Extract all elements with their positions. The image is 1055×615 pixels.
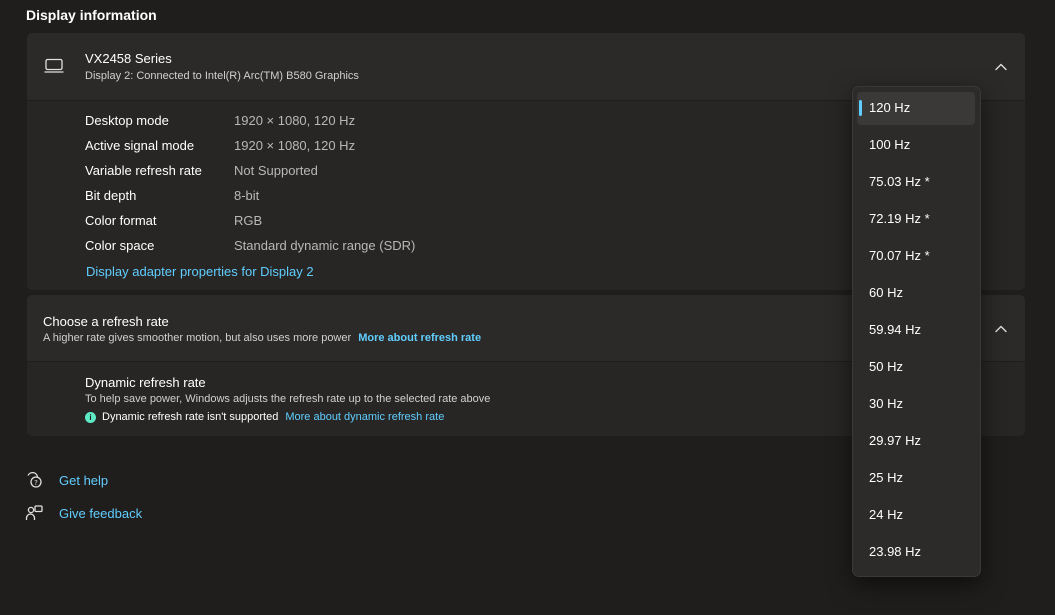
chevron-up-icon[interactable] [994,60,1008,74]
refresh-rate-subtitle: A higher rate gives smoother motion, but… [43,332,481,344]
detail-label: Desktop mode [85,113,169,128]
detail-value: Not Supported [234,163,318,178]
option-label: 25 Hz [869,470,903,485]
dynamic-refresh-info: i Dynamic refresh rate isn't supported M… [85,411,444,423]
display-name: VX2458 Series [85,51,172,66]
refresh-rate-dropdown[interactable]: 120 Hz 100 Hz 75.03 Hz * 72.19 Hz * 70.0… [852,86,981,577]
option-label: 120 Hz [869,100,911,115]
detail-label: Color format [85,213,157,228]
more-about-dynamic-refresh-rate-link[interactable]: More about dynamic refresh rate [285,411,444,423]
refresh-option-29hz[interactable]: 29.97 Hz [857,425,975,458]
option-label: 23.98 Hz [869,544,922,559]
dynamic-refresh-info-text: Dynamic refresh rate isn't supported [102,411,279,423]
monitor-icon [44,58,64,74]
dynamic-refresh-subtitle: To help save power, Windows adjusts the … [85,393,491,405]
section-title: Display information [26,7,157,23]
option-label: 30 Hz [869,396,903,411]
option-label: 70.07 Hz * [869,248,930,263]
refresh-option-120hz[interactable]: 120 Hz [857,92,975,125]
refresh-option-75hz[interactable]: 75.03 Hz * [857,166,975,199]
refresh-rate-title: Choose a refresh rate [43,314,169,329]
option-label: 72.19 Hz * [869,211,930,226]
refresh-option-25hz[interactable]: 25 Hz [857,462,975,495]
display-adapter-properties-link[interactable]: Display adapter properties for Display 2 [86,264,314,279]
get-help-item[interactable]: ? Get help [25,471,108,489]
detail-label: Color space [85,238,155,253]
refresh-option-70hz[interactable]: 70.07 Hz * [857,240,975,273]
detail-label: Active signal mode [85,138,195,153]
option-label: 100 Hz [869,137,911,152]
dynamic-refresh-title: Dynamic refresh rate [85,375,206,390]
get-help-link[interactable]: Get help [59,473,108,488]
refresh-option-100hz[interactable]: 100 Hz [857,129,975,162]
refresh-option-50hz[interactable]: 50 Hz [857,351,975,384]
refresh-option-23hz[interactable]: 23.98 Hz [857,536,975,569]
option-label: 50 Hz [869,359,903,374]
refresh-option-59hz[interactable]: 59.94 Hz [857,314,975,347]
detail-label: Variable refresh rate [85,163,202,178]
detail-label: Bit depth [85,188,137,203]
detail-value: 1920 × 1080, 120 Hz [234,113,356,128]
detail-value: 8-bit [234,188,260,203]
feedback-icon [25,504,43,522]
give-feedback-item[interactable]: Give feedback [25,504,142,522]
display-subtitle: Display 2: Connected to Intel(R) Arc(TM)… [85,70,359,82]
detail-value: RGB [234,213,263,228]
chevron-up-icon[interactable] [994,322,1008,336]
refresh-option-30hz[interactable]: 30 Hz [857,388,975,421]
refresh-option-24hz[interactable]: 24 Hz [857,499,975,532]
option-label: 75.03 Hz * [869,174,930,189]
refresh-rate-description: A higher rate gives smoother motion, but… [43,332,352,344]
detail-value: 1920 × 1080, 120 Hz [234,138,356,153]
option-label: 59.94 Hz [869,322,922,337]
option-label: 24 Hz [869,507,903,522]
option-label: 29.97 Hz [869,433,922,448]
more-about-refresh-rate-link[interactable]: More about refresh rate [358,332,481,344]
info-icon: i [85,411,96,423]
refresh-option-72hz[interactable]: 72.19 Hz * [857,203,975,236]
refresh-option-60hz[interactable]: 60 Hz [857,277,975,310]
help-chat-icon: ? [25,471,43,489]
option-label: 60 Hz [869,285,903,300]
detail-value: Standard dynamic range (SDR) [234,238,416,253]
selection-indicator [859,100,862,116]
give-feedback-link[interactable]: Give feedback [59,506,142,521]
svg-text:?: ? [34,479,38,487]
